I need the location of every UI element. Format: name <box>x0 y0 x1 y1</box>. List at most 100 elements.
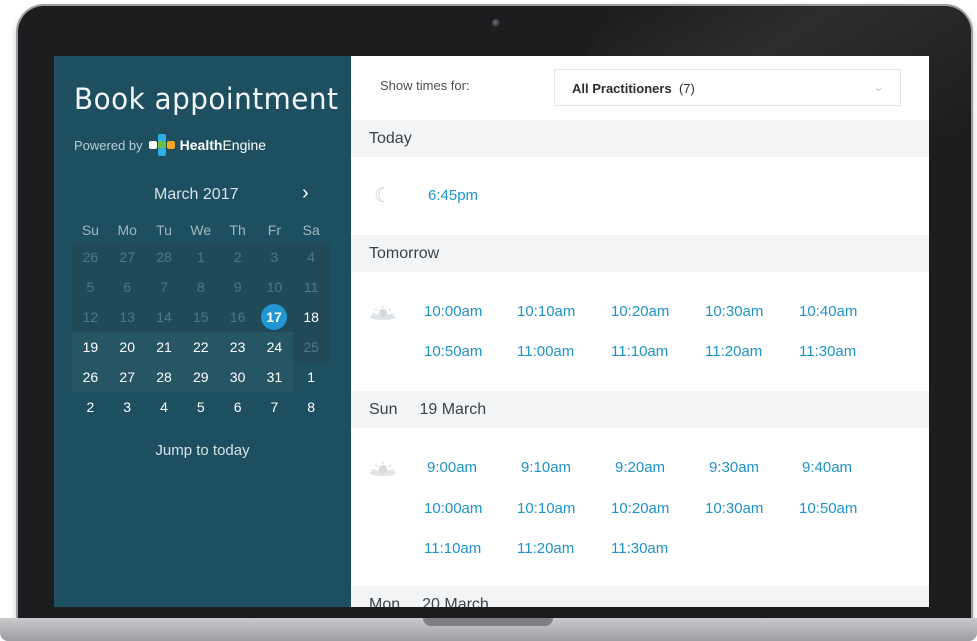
calendar-day[interactable]: 18 <box>292 302 330 332</box>
calendar-day[interactable]: 26 <box>72 362 109 392</box>
calendar-day: 28 <box>145 242 183 272</box>
availability-panel: Show times for: All Practitioners (7) ⌄ … <box>351 56 929 607</box>
calendar-day: 10 <box>255 272 293 302</box>
day-label: Mon <box>369 596 401 607</box>
time-slot[interactable]: 10:40am <box>799 303 857 320</box>
time-slot[interactable]: 11:20am <box>705 343 762 360</box>
time-slot[interactable]: 11:20am <box>517 540 574 557</box>
calendar-day[interactable]: 22 <box>182 332 220 362</box>
calendar-day: 16 <box>219 302 256 332</box>
time-slot[interactable]: 9:40am <box>802 459 852 476</box>
time-slot[interactable]: 11:30am <box>799 343 856 360</box>
calendar-day: 12 <box>72 302 109 332</box>
time-slot[interactable]: 9:00am <box>427 459 477 476</box>
day-label: Tomorrow <box>369 245 440 262</box>
time-slot[interactable]: 11:10am <box>424 540 481 557</box>
filter-label: Show times for: <box>380 78 470 93</box>
calendar-week: 12 13 14 15 16 17 18 <box>72 302 330 332</box>
calendar-day[interactable]: 3 <box>109 392 146 422</box>
time-slot[interactable]: 10:20am <box>611 500 669 517</box>
day-label: Sun <box>369 401 398 418</box>
day-date: 19 March <box>419 401 487 418</box>
brand-engine-text: Engine <box>222 137 267 153</box>
calendar-day: 8 <box>182 272 220 302</box>
calendar-day: 7 <box>145 272 183 302</box>
brand-health-text: Health <box>179 137 223 153</box>
calendar-day: 26 <box>72 242 109 272</box>
calendar-week: 5 6 7 8 9 10 11 <box>72 272 330 302</box>
booking-sidebar: Book appointment Powered by Health Engine… <box>54 56 351 607</box>
chevron-down-icon: ⌄ <box>873 79 884 94</box>
calendar-day: 2 <box>219 242 256 272</box>
calendar-day[interactable]: 30 <box>219 362 256 392</box>
webcam-icon <box>492 19 500 27</box>
time-slot[interactable]: 9:30am <box>709 459 759 476</box>
time-slot[interactable]: 11:10am <box>611 343 668 360</box>
sun-icon <box>370 462 396 476</box>
chevron-right-icon[interactable]: › <box>302 182 309 205</box>
calendar-day[interactable]: 20 <box>108 332 146 362</box>
time-slot[interactable]: 10:50am <box>424 343 482 360</box>
jump-to-today-link[interactable]: Jump to today <box>54 442 351 459</box>
time-slot[interactable]: 10:30am <box>705 303 763 320</box>
moon-icon: ☾ <box>374 185 392 207</box>
weekday-label: Fr <box>267 222 281 238</box>
weekday-label: Tu <box>156 222 172 238</box>
calendar-day[interactable]: 27 <box>108 362 146 392</box>
calendar-day[interactable]: 6 <box>219 392 256 422</box>
calendar-day: 13 <box>108 302 146 332</box>
calendar-week: 26 27 28 1 2 3 4 <box>72 242 330 272</box>
time-slot[interactable]: 10:00am <box>424 500 482 517</box>
time-slot[interactable]: 6:45pm <box>428 187 478 204</box>
calendar-day[interactable]: 29 <box>182 362 220 392</box>
powered-by-row: Powered by Health Engine <box>74 134 266 156</box>
day-date: 20 March <box>422 596 489 607</box>
healthengine-logo-icon <box>148 134 177 156</box>
calendar-week: 19 20 21 22 23 24 25 <box>72 332 330 362</box>
time-slot[interactable]: 9:10am <box>521 459 571 476</box>
weekday-label: Su <box>81 222 99 238</box>
calendar-day[interactable]: 2 <box>72 392 109 422</box>
calendar-day[interactable]: 4 <box>146 392 183 422</box>
day-header-tomorrow: Tomorrow <box>351 235 929 272</box>
calendar-day[interactable]: 7 <box>256 392 293 422</box>
time-slot[interactable]: 10:50am <box>799 500 857 517</box>
practitioner-name: All Practitioners <box>572 81 672 96</box>
calendar-weekday-row: Su Mo Tu We Th Fr Sa <box>72 218 330 242</box>
time-slot[interactable]: 11:00am <box>517 343 574 360</box>
time-slot[interactable]: 10:10am <box>517 303 575 320</box>
sun-icon <box>370 306 396 320</box>
weekday-label: Mo <box>117 222 137 238</box>
practitioner-dropdown-value: All Practitioners (7) <box>572 81 695 96</box>
weekday-label: We <box>190 222 212 238</box>
calendar-day: 1 <box>182 242 220 272</box>
calendar-day: 14 <box>145 302 183 332</box>
time-slot[interactable]: 9:20am <box>615 459 665 476</box>
calendar-day[interactable]: 24 <box>255 332 293 362</box>
calendar-grid: Su Mo Tu We Th Fr Sa 26 27 28 1 2 3 4 5 … <box>72 218 330 422</box>
calendar-day: 11 <box>292 272 330 302</box>
time-slot[interactable]: 10:00am <box>424 303 482 320</box>
calendar-day[interactable]: 19 <box>72 332 109 362</box>
practitioner-dropdown[interactable]: All Practitioners (7) ⌄ <box>554 69 901 106</box>
calendar-day-selected[interactable]: 17 <box>255 302 293 332</box>
calendar-day: 27 <box>108 242 146 272</box>
time-slot[interactable]: 11:30am <box>611 540 668 557</box>
calendar-day[interactable]: 23 <box>219 332 256 362</box>
time-slot[interactable]: 10:10am <box>517 500 575 517</box>
weekday-label: Sa <box>302 222 320 238</box>
calendar-day[interactable]: 21 <box>145 332 183 362</box>
time-slot[interactable]: 10:20am <box>611 303 669 320</box>
calendar-day: 9 <box>219 272 256 302</box>
calendar-month-label: March 2017 <box>154 186 239 203</box>
calendar-day[interactable]: 5 <box>182 392 219 422</box>
calendar-day[interactable]: 8 <box>293 392 330 422</box>
calendar-day[interactable]: 1 <box>293 362 330 392</box>
calendar-week: 26 27 28 29 30 31 1 <box>72 362 330 392</box>
day-label: Today <box>369 130 412 147</box>
calendar-day[interactable]: 31 <box>255 362 293 392</box>
calendar-day[interactable]: 28 <box>145 362 183 392</box>
powered-by-label: Powered by <box>74 137 143 153</box>
time-slot[interactable]: 10:30am <box>705 500 763 517</box>
calendar-day: 5 <box>72 272 109 302</box>
